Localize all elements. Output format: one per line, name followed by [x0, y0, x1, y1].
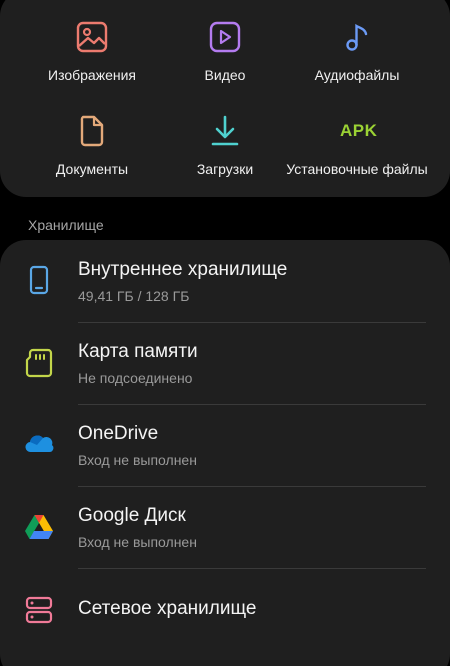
- network-storage-icon: [25, 596, 53, 624]
- category-video[interactable]: Видео: [150, 20, 300, 84]
- storage-item-subtitle: Вход не выполнен: [78, 452, 197, 468]
- category-downloads-label: Загрузки: [196, 161, 254, 177]
- onedrive-icon: [25, 435, 54, 453]
- phone-storage-icon: [29, 265, 49, 295]
- storage-card: Внутреннее хранилище 49,41 ГБ / 128 ГБ К…: [0, 240, 450, 666]
- storage-item-title: Внутреннее хранилище: [78, 259, 288, 280]
- music-note-icon: [346, 23, 368, 51]
- category-documents-label: Документы: [55, 161, 129, 177]
- category-installation-files-label: Установочные файлы: [286, 161, 428, 177]
- image-icon: [76, 21, 108, 53]
- storage-item-internal[interactable]: Внутреннее хранилище 49,41 ГБ / 128 ГБ: [0, 240, 450, 322]
- storage-item-subtitle: Вход не выполнен: [78, 534, 197, 550]
- category-documents[interactable]: Документы: [17, 114, 167, 178]
- categories-card: Изображения Видео Аудиофайлы Документы З…: [0, 0, 450, 197]
- storage-item-title: OneDrive: [78, 423, 159, 444]
- document-icon: [80, 115, 104, 147]
- storage-item-subtitle: 49,41 ГБ / 128 ГБ: [78, 288, 190, 304]
- storage-item-title: Google Диск: [78, 505, 186, 526]
- storage-item-onedrive[interactable]: OneDrive Вход не выполнен: [0, 404, 450, 486]
- sd-card-icon: [25, 348, 53, 378]
- category-downloads[interactable]: Загрузки: [150, 114, 300, 178]
- category-video-label: Видео: [204, 67, 246, 83]
- storage-item-subtitle: Не подсоединено: [78, 370, 193, 386]
- download-icon: [211, 115, 239, 146]
- category-installation-files[interactable]: APK Установочные файлы: [282, 114, 432, 178]
- category-images[interactable]: Изображения: [17, 20, 167, 84]
- storage-item-title: Сетевое хранилище: [78, 598, 257, 619]
- category-audio-label: Аудиофайлы: [314, 67, 400, 83]
- google-drive-icon: [25, 515, 53, 539]
- my-files-screen: Изображения Видео Аудиофайлы Документы З…: [0, 0, 450, 666]
- apk-icon: APK: [340, 121, 378, 140]
- video-icon: [209, 21, 241, 53]
- storage-section-title: Хранилище: [28, 217, 104, 233]
- storage-item-google-drive[interactable]: Google Диск Вход не выполнен: [0, 486, 450, 568]
- category-images-label: Изображения: [48, 67, 136, 83]
- storage-item-sd-card[interactable]: Карта памяти Не подсоединено: [0, 322, 450, 404]
- category-audio[interactable]: Аудиофайлы: [282, 20, 432, 84]
- storage-item-title: Карта памяти: [78, 341, 198, 362]
- storage-item-network[interactable]: Сетевое хранилище: [0, 568, 450, 650]
